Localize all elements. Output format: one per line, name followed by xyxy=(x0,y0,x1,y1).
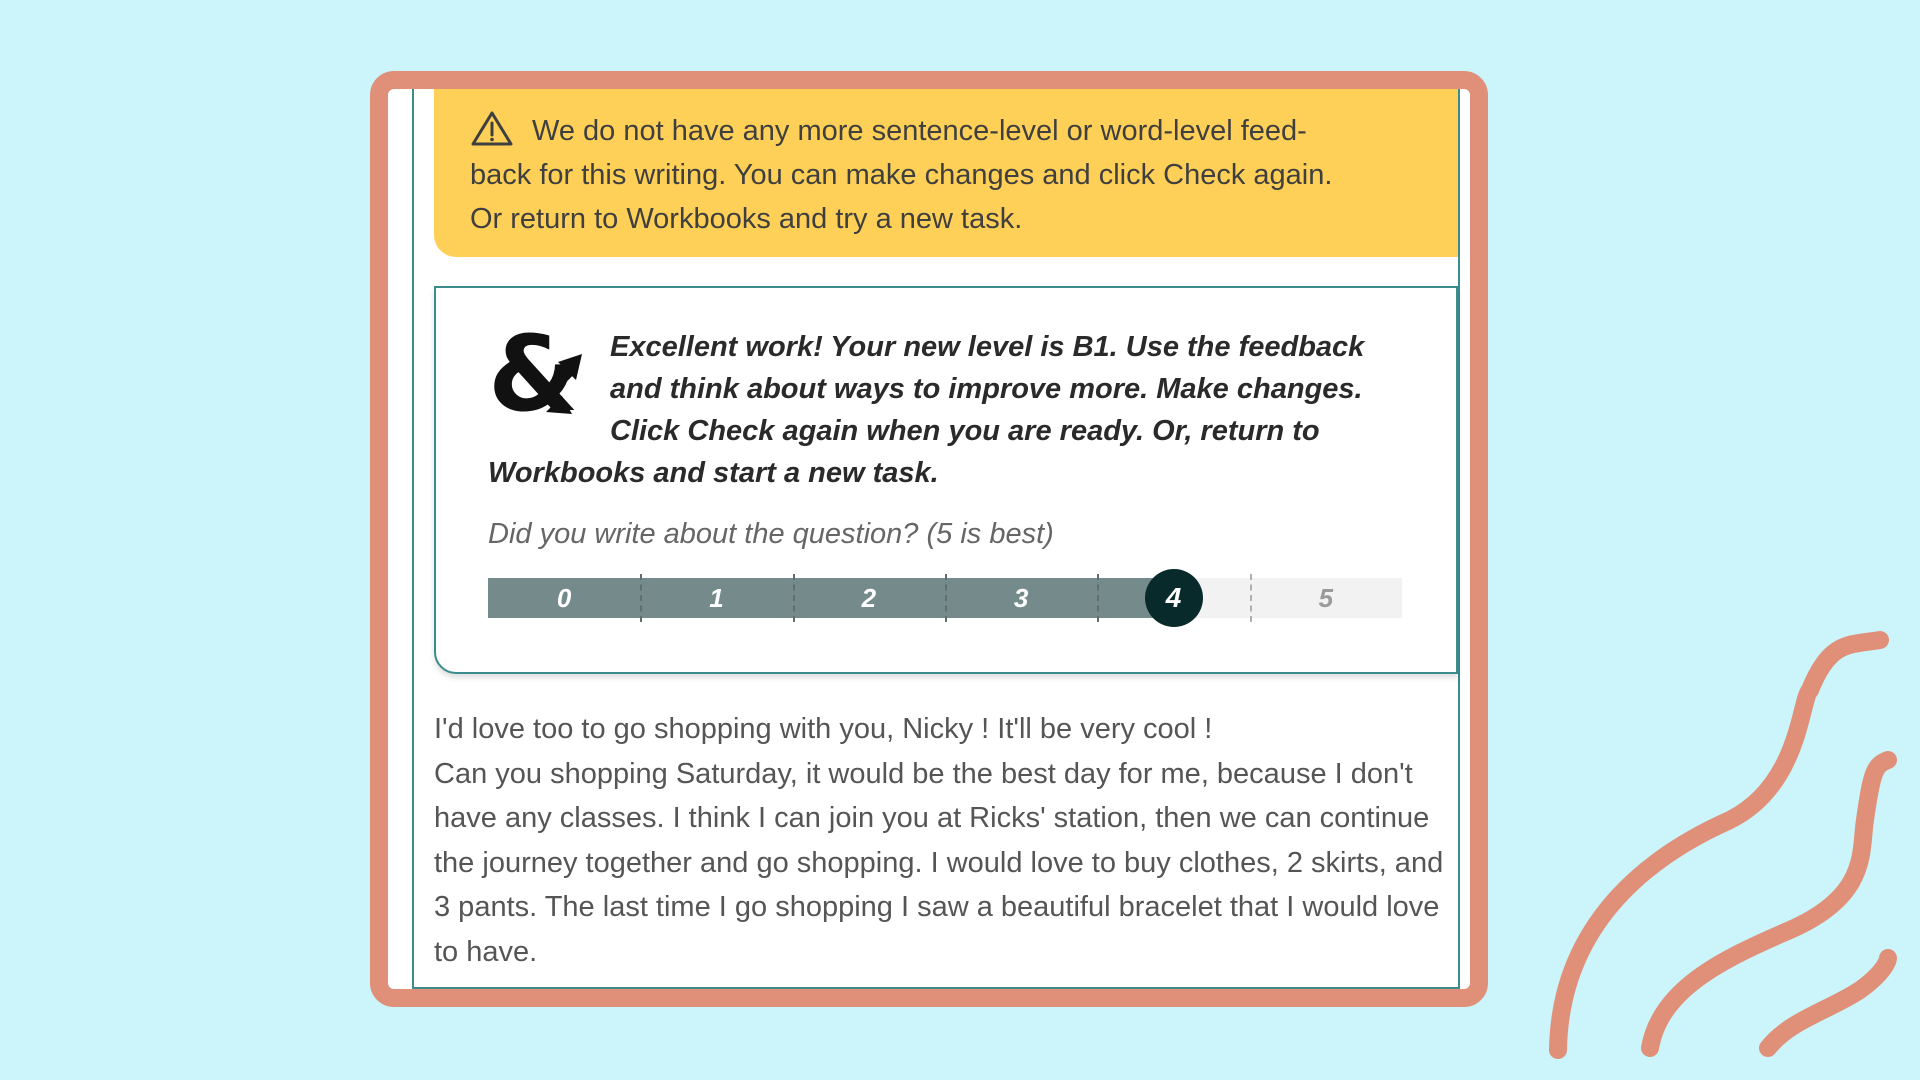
rating-scale-tick xyxy=(1097,574,1100,622)
feedback-message: Excellent work! Your new level is B1. Us… xyxy=(488,326,1418,494)
rating-option-0[interactable]: 0 xyxy=(488,578,640,618)
panel-border-bottom xyxy=(412,987,1460,989)
warning-text-line-2: back for this writing. You can make chan… xyxy=(470,159,1333,191)
rating-scale[interactable]: 0123 4 5 xyxy=(488,569,1402,627)
panel-border-left xyxy=(412,89,414,989)
writing-panel-frame: We do not have any more sentence-level o… xyxy=(370,71,1488,1007)
rating-option-4-selected[interactable]: 4 xyxy=(1144,569,1203,627)
rating-option-1[interactable]: 1 xyxy=(640,578,792,618)
squiggle-line xyxy=(1759,949,1897,1057)
essay-paragraph: I'd love too to go shopping with you, Ni… xyxy=(434,713,1213,745)
squiggle-line xyxy=(1641,751,1897,1057)
warning-text-line-3: Or return to Workbooks and try a new tas… xyxy=(470,203,1023,235)
rating-option-5[interactable]: 5 xyxy=(1250,578,1402,618)
feedback-card: & Excellent work! Your new level is B1. … xyxy=(434,286,1458,674)
rating-question: Did you write about the question? (5 is … xyxy=(488,518,1054,550)
essay-paragraph: Can you shopping Saturday, it would be t… xyxy=(434,757,1444,968)
essay-text[interactable]: I'd love too to go shopping with you, Ni… xyxy=(434,707,1464,974)
rating-option-2[interactable]: 2 xyxy=(793,578,945,618)
rating-option-3[interactable]: 3 xyxy=(945,578,1097,618)
warning-banner: We do not have any more sentence-level o… xyxy=(434,89,1458,257)
warning-triangle-icon xyxy=(470,110,514,146)
warning-text-line-1: We do not have any more sentence-level o… xyxy=(532,115,1307,147)
feedback-message-text: Excellent work! Your new level is B1. Us… xyxy=(488,331,1365,489)
squiggle-line xyxy=(1549,631,1889,1059)
